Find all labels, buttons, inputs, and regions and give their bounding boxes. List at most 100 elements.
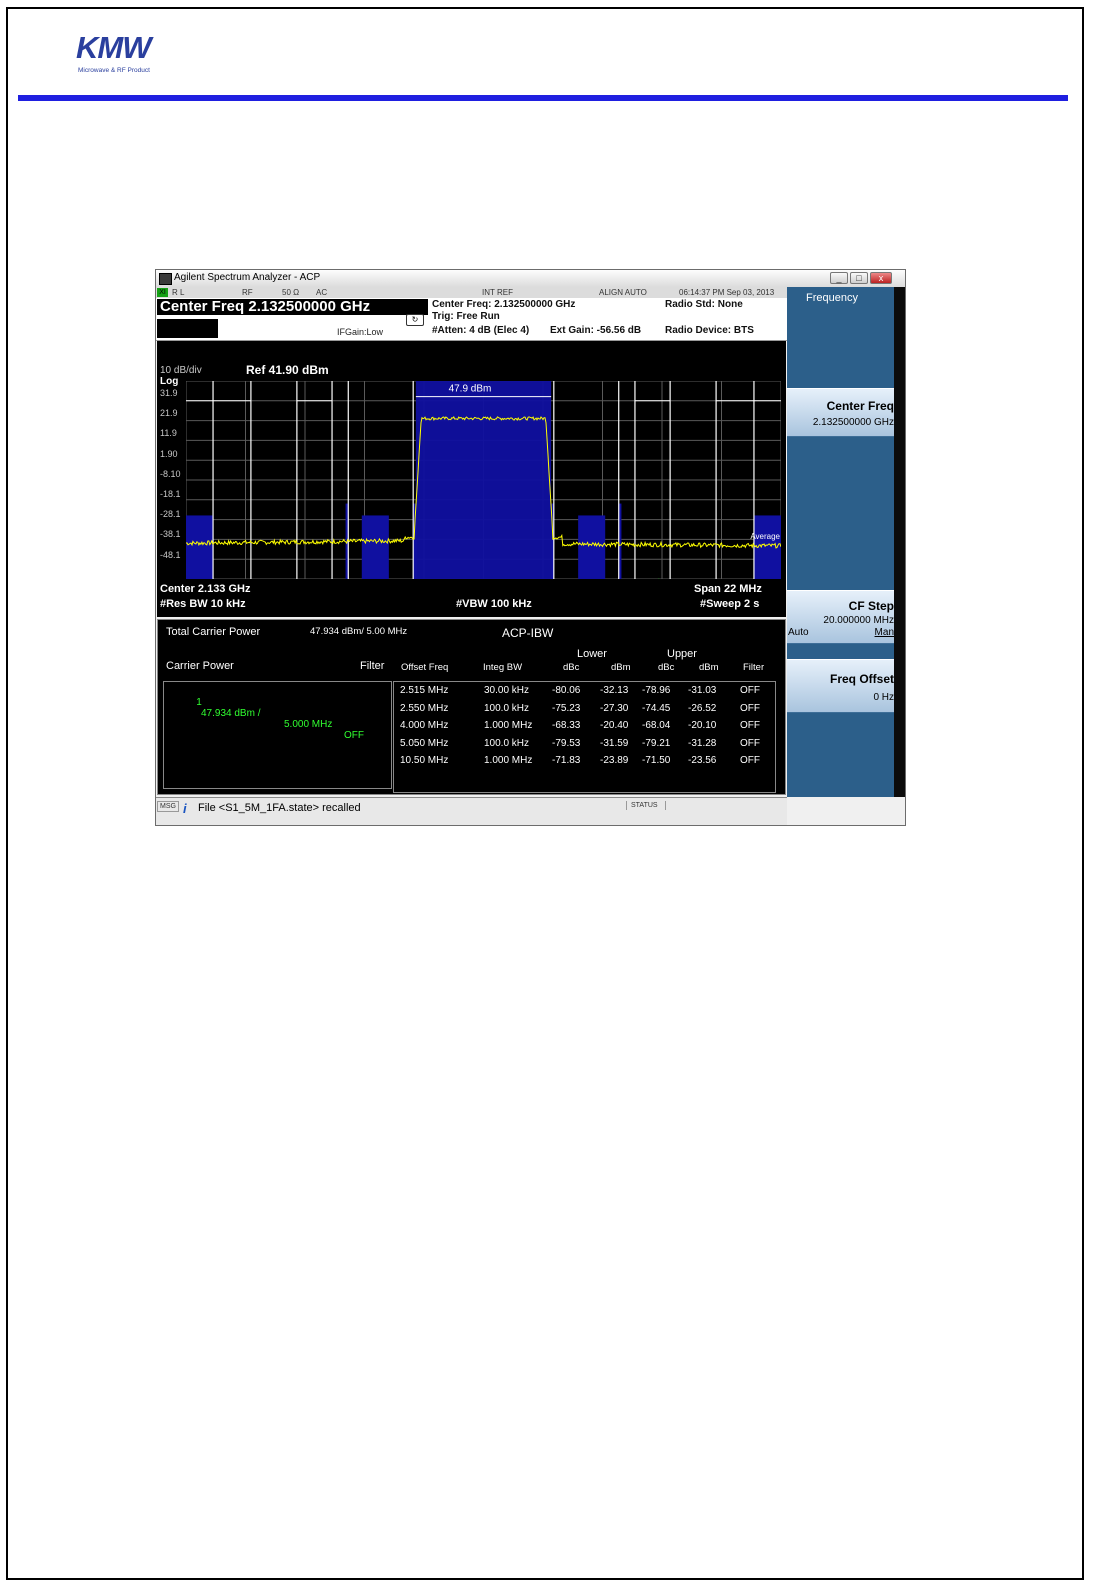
cf-step-softkey-value: 20.000000 MHz — [823, 615, 894, 626]
freq-offset-softkey-label: Freq Offset — [829, 672, 894, 686]
carrier-list: 1 47.934 dBm / 5.000 MHz OFF — [163, 681, 392, 789]
span-label: Span 22 MHz — [694, 583, 762, 595]
ifgain-label: IFGain:Low — [337, 327, 384, 337]
acp-cell-u-dbc: -74.45 — [642, 702, 671, 714]
acp-cell-l-dbc: -79.53 — [552, 737, 581, 749]
upper-header: Upper — [667, 648, 697, 660]
y-tick-label: 31.9 — [160, 388, 178, 398]
acp-cell-offset: 5.050 MHz — [400, 737, 449, 749]
acp-cell-u-dbm: -31.03 — [688, 685, 717, 696]
center-freq-softkey[interactable]: Center Freq 2.132500000 GHz — [787, 388, 894, 437]
logo-subtitle: Microwave & RF Product — [78, 67, 150, 74]
acp-cell-l-dbm: -32.13 — [600, 685, 629, 696]
logo-text: KMW — [76, 30, 151, 65]
acp-cell-bw: 100.0 kHz — [484, 702, 530, 714]
acp-cell-u-dbm: -20.10 — [688, 720, 717, 731]
y-tick-label: 21.9 — [160, 408, 178, 419]
acp-results-panel: Total Carrier Power 47.934 dBm/ 5.00 MHz… — [157, 619, 786, 795]
acp-cell-filter: OFF — [740, 720, 760, 731]
acp-cell-bw: 100.0 kHz — [484, 737, 530, 749]
y-tick-label: -38.1 — [160, 529, 181, 540]
center-label: Center 2.133 GHz — [160, 583, 251, 595]
acp-cell-u-dbc: -79.21 — [642, 737, 671, 749]
acp-table-row[interactable]: 4.000 MHz 1.000 MHz -68.33 -20.40 -68.04 -20.… — [394, 718, 775, 735]
spectrum-analyzer-window: Agilent Spectrum Analyzer - ACP _ □ x XI… — [155, 269, 906, 826]
total-carrier-power-label: Total Carrier Power — [166, 626, 261, 638]
msg-label: MSG — [157, 801, 179, 812]
maximize-button[interactable]: □ — [850, 272, 868, 284]
center-freq-softkey-label: Center Freq — [826, 399, 894, 413]
acp-cell-u-dbc: -71.50 — [642, 755, 671, 766]
acp-table-row[interactable]: 2.515 MHz 30.00 kHz -80.06 -32.13 -78.96 -31.… — [394, 683, 775, 700]
carrier-row[interactable]: 1 47.934 dBm / 5.000 MHz OFF — [174, 686, 364, 752]
header-rule — [18, 95, 1068, 101]
offset-freq-header: Offset Freq — [401, 662, 449, 673]
kmw-logo: KMW Microwave & RF Product — [64, 30, 172, 80]
info-icon: i — [183, 801, 187, 816]
y-tick-label: -28.1 — [160, 509, 181, 520]
window-titlebar[interactable]: Agilent Spectrum Analyzer - ACP _ □ x — [156, 270, 905, 288]
measurement-header: Center Freq 2.132500000 GHz ↻ IFGain:Low… — [156, 298, 787, 341]
acp-cell-l-dbc: -75.23 — [552, 702, 581, 714]
acp-cell-l-dbm: -31.59 — [600, 737, 629, 749]
ref-level-label: Ref 41.90 dBm — [246, 363, 329, 377]
acp-cell-u-dbm: -26.52 — [688, 702, 717, 714]
spectrum-trace-svg: 47.9 dBmAverage^ — [186, 381, 781, 579]
acp-cell-l-dbc: -80.06 — [552, 685, 581, 696]
center-freq-display[interactable]: Center Freq 2.132500000 GHz — [157, 299, 428, 315]
status-message: File <S1_5M_1FA.state> recalled — [198, 802, 361, 814]
atten-info: #Atten: 4 dB (Elec 4) — [432, 325, 530, 336]
acp-cell-l-dbc: -68.33 — [552, 720, 581, 731]
status-datetime: 06:14:37 PM Sep 03, 2013 — [679, 288, 775, 297]
status-indicator-icon: XI — [157, 288, 168, 297]
cf-step-auto[interactable]: Auto — [788, 627, 809, 638]
average-label: Average — [750, 532, 780, 541]
cf-step-man[interactable]: Man — [875, 627, 894, 638]
status-label[interactable]: STATUS — [626, 801, 666, 810]
window-title: Agilent Spectrum Analyzer - ACP — [174, 272, 321, 283]
center-freq-softkey-value: 2.132500000 GHz — [812, 417, 894, 428]
acp-cell-l-dbm: -23.89 — [600, 755, 629, 766]
y-tick-label: 1.90 — [160, 448, 178, 459]
radio-std-info: Radio Std: None — [665, 299, 743, 310]
carrier-filter-value: OFF — [344, 730, 364, 741]
offset-band — [361, 515, 389, 579]
total-carrier-power-value: 47.934 dBm/ 5.00 MHz — [310, 626, 408, 637]
status-ref: INT REF — [482, 288, 513, 297]
acp-cell-offset: 2.550 MHz — [400, 702, 449, 714]
status-coupling: AC — [316, 288, 328, 297]
acp-table-row[interactable]: 10.50 MHz 1.000 MHz -71.83 -23.89 -71.50 -23.… — [394, 753, 775, 770]
softkey-panel: Frequency Center Freq 2.132500000 GHz CF… — [787, 287, 894, 797]
acp-cell-l-dbm: -27.30 — [600, 702, 629, 714]
lower-header: Lower — [577, 648, 607, 660]
acp-cell-l-dbm: -20.40 — [600, 720, 629, 731]
acp-filter-header: Filter — [743, 662, 765, 673]
acp-cell-filter: OFF — [740, 685, 760, 696]
header-blank-box — [157, 319, 218, 338]
acp-cell-u-dbm: -23.56 — [688, 755, 717, 766]
y-tick-label: -48.1 — [160, 549, 181, 560]
carrier-bw-value: 5.000 MHz — [284, 719, 333, 730]
acp-table-row[interactable]: 2.550 MHz 100.0 kHz -75.23 -27.30 -74.45 -26.… — [394, 701, 775, 718]
acp-cell-u-dbc: -78.96 — [642, 685, 671, 696]
acp-cell-u-dbm: -31.28 — [688, 737, 717, 749]
minimize-button[interactable]: _ — [830, 272, 848, 284]
spectrum-plot[interactable]: 10 dB/div Log Ref 41.90 dBm 31.9 21.9 11.9… — [157, 341, 786, 617]
radio-device-info: Radio Device: BTS — [665, 325, 754, 336]
ext-gain-info: Ext Gain: -56.56 dB — [550, 325, 642, 336]
lower-dbm-header: dBm — [611, 662, 631, 673]
carrier-power-annotation: 47.9 dBm — [449, 384, 492, 395]
close-button[interactable]: x — [870, 272, 892, 284]
y-tick-label: -8.10 — [160, 468, 181, 479]
cf-step-softkey[interactable]: CF Step 20.000000 MHz Auto Man — [787, 590, 894, 644]
log-label: Log — [160, 376, 179, 387]
trigger-info: Trig: Free Run — [432, 311, 500, 322]
acp-cell-bw: 1.000 MHz — [484, 720, 533, 731]
acp-table-row[interactable]: 5.050 MHz 100.0 kHz -79.53 -31.59 -79.21 -31.… — [394, 736, 775, 753]
freq-offset-softkey[interactable]: Freq Offset 0 Hz — [787, 659, 894, 713]
integ-bw-header: Integ BW — [483, 662, 523, 673]
app-icon — [159, 273, 172, 285]
scale-label: 10 dB/div — [160, 365, 202, 376]
carrier-power-label: Carrier Power — [166, 660, 234, 672]
carrier-index: 1 — [196, 697, 202, 708]
